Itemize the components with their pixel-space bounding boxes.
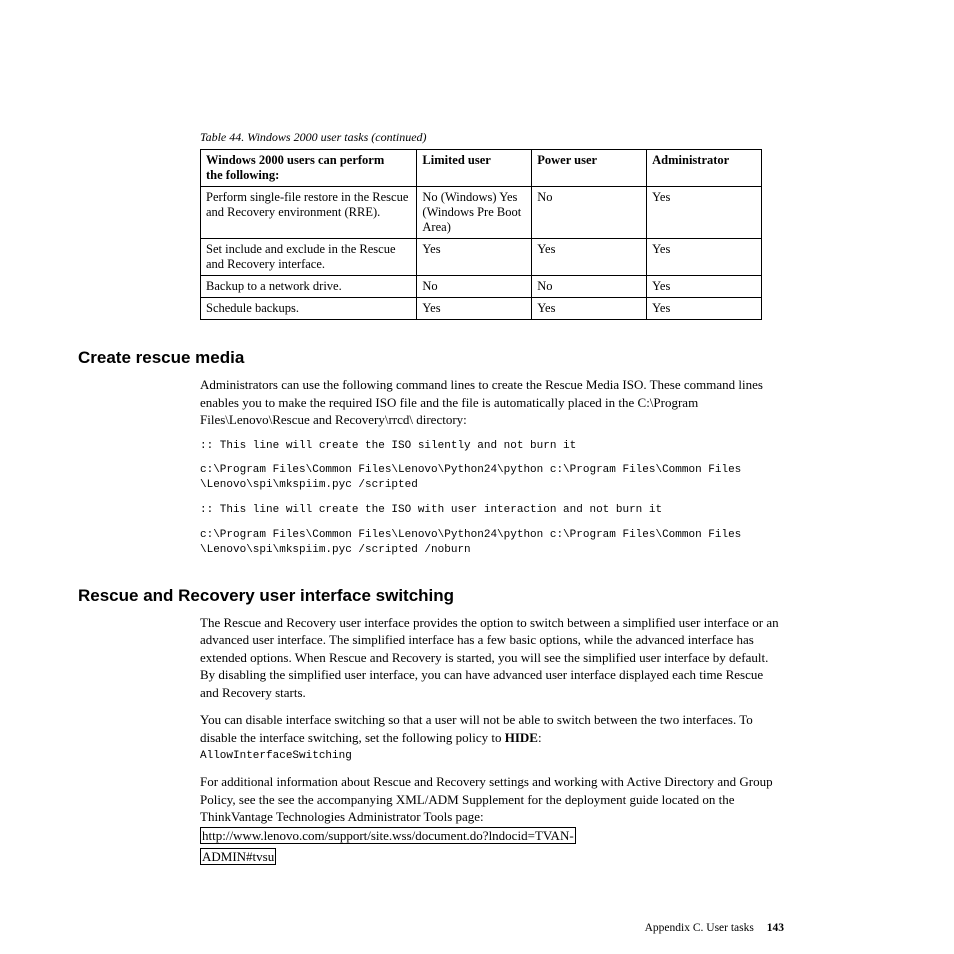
cell-admin: Yes (647, 239, 762, 276)
text-segment: : (538, 730, 542, 745)
lenovo-support-link[interactable]: http://www.lenovo.com/support/site.wss/d… (200, 827, 576, 844)
col-header-limited: Limited user (417, 150, 532, 187)
table-row: Schedule backups. Yes Yes Yes (201, 298, 762, 320)
bold-hide: HIDE (505, 730, 538, 745)
lenovo-support-link-cont[interactable]: ADMIN#tvsu (200, 848, 276, 865)
text-segment: You can disable interface switching so t… (200, 712, 753, 745)
cell-task: Backup to a network drive. (201, 276, 417, 298)
code-command: c:\Program Files\Common Files\Lenovo\Pyt… (200, 463, 784, 493)
cell-limited: No (Windows) Yes (Windows Pre Boot Area) (417, 187, 532, 239)
cell-power: No (532, 276, 647, 298)
cell-limited: Yes (417, 298, 532, 320)
cell-power: Yes (532, 298, 647, 320)
page-footer: Appendix C. User tasks 143 (645, 922, 784, 934)
col-header-task: Windows 2000 users can performthe follow… (201, 150, 417, 187)
user-tasks-table: Windows 2000 users can performthe follow… (200, 149, 762, 320)
page-number: 143 (767, 922, 784, 934)
cell-limited: No (417, 276, 532, 298)
cell-power: No (532, 187, 647, 239)
table-header-row: Windows 2000 users can performthe follow… (201, 150, 762, 187)
table-caption: Table 44. Windows 2000 user tasks (conti… (200, 130, 784, 145)
table-row: Set include and exclude in the Rescue an… (201, 239, 762, 276)
footer-text: Appendix C. User tasks (645, 922, 754, 934)
code-command: c:\Program Files\Common Files\Lenovo\Pyt… (200, 528, 784, 558)
table-row: Backup to a network drive. No No Yes (201, 276, 762, 298)
heading-interface-switching: Rescue and Recovery user interface switc… (78, 586, 784, 606)
cell-admin: Yes (647, 276, 762, 298)
col-header-admin: Administrator (647, 150, 762, 187)
heading-create-rescue-media: Create rescue media (78, 348, 784, 368)
paragraph: For additional information about Rescue … (200, 773, 784, 826)
table-row: Perform single-file restore in the Rescu… (201, 187, 762, 239)
paragraph: Administrators can use the following com… (200, 376, 784, 429)
cell-power: Yes (532, 239, 647, 276)
code-policy: AllowInterfaceSwitching (200, 749, 784, 764)
cell-limited: Yes (417, 239, 532, 276)
link-container: http://www.lenovo.com/support/site.wss/d… (200, 826, 784, 868)
paragraph: The Rescue and Recovery user interface p… (200, 614, 784, 702)
cell-task: Perform single-file restore in the Rescu… (201, 187, 417, 239)
col-header-power: Power user (532, 150, 647, 187)
code-comment: :: This line will create the ISO silentl… (200, 439, 784, 454)
cell-task: Schedule backups. (201, 298, 417, 320)
code-comment: :: This line will create the ISO with us… (200, 503, 784, 518)
paragraph: You can disable interface switching so t… (200, 711, 784, 746)
cell-admin: Yes (647, 298, 762, 320)
cell-admin: Yes (647, 187, 762, 239)
cell-task: Set include and exclude in the Rescue an… (201, 239, 417, 276)
